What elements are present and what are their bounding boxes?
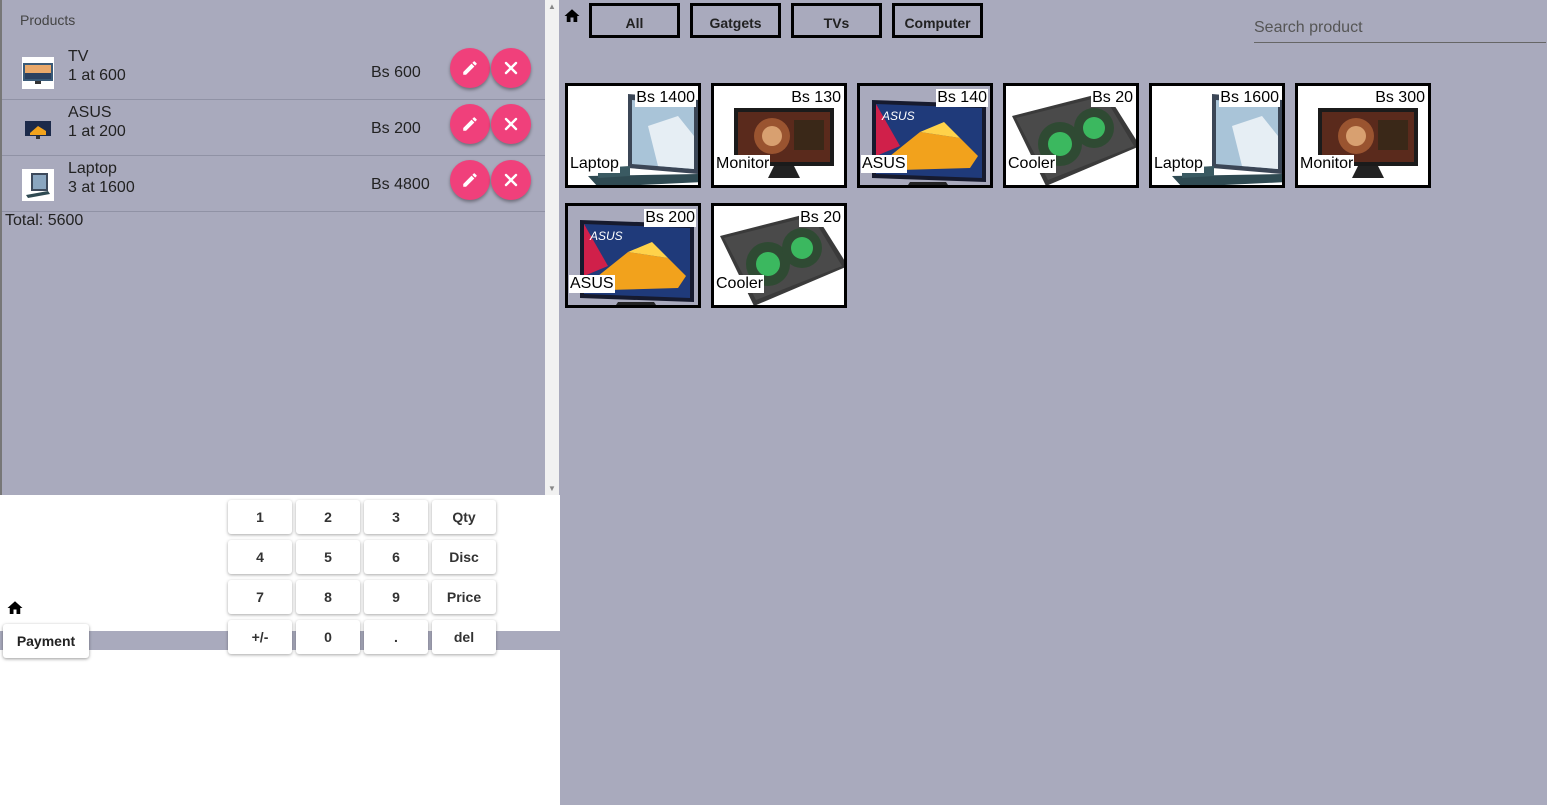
product-price: Bs 140 (936, 89, 988, 107)
category-all[interactable]: All (589, 3, 680, 38)
key-disc[interactable]: Disc (432, 540, 496, 574)
key-5[interactable]: 5 (296, 540, 360, 574)
key-0[interactable]: 0 (296, 620, 360, 654)
svg-text:ASUS: ASUS (881, 109, 915, 123)
order-list: TV 1 at 600 Bs 600 ASUS 1 at 200 Bs 200 … (2, 44, 547, 212)
product-tile[interactable]: ASUS Bs 140 ASUS (857, 83, 993, 188)
key-7[interactable]: 7 (228, 580, 292, 614)
pencil-icon (463, 173, 477, 187)
order-item-qty: 1 at 200 (68, 123, 126, 140)
svg-text:ASUS: ASUS (589, 229, 623, 243)
key-del[interactable]: del (432, 620, 496, 654)
scroll-up-icon[interactable]: ▲ (548, 2, 556, 11)
product-price: Bs 130 (790, 89, 842, 107)
key-4[interactable]: 4 (228, 540, 292, 574)
order-row[interactable]: TV 1 at 600 Bs 600 (2, 44, 547, 100)
order-item-total: Bs 4800 (371, 176, 430, 193)
category-tvs[interactable]: TVs (791, 3, 882, 38)
key-decimal[interactable]: . (364, 620, 428, 654)
close-icon (504, 61, 518, 75)
search-input[interactable] (1254, 14, 1546, 43)
key-3[interactable]: 3 (364, 500, 428, 534)
product-tile[interactable]: Bs 20 Cooler (1003, 83, 1139, 188)
order-item-name: TV (68, 48, 89, 65)
product-price: Bs 1600 (1219, 89, 1280, 107)
edit-item-button[interactable] (450, 104, 490, 144)
product-name: Cooler (1007, 155, 1057, 173)
tv-thumbnail (22, 57, 54, 89)
edit-item-button[interactable] (450, 48, 490, 88)
payment-button[interactable]: Payment (3, 624, 89, 658)
home-icon[interactable] (6, 599, 24, 617)
product-name: ASUS (861, 155, 907, 173)
key-6[interactable]: 6 (364, 540, 428, 574)
numpad-area: Payment 1 2 3 Qty 4 5 6 Disc 7 8 9 Price… (0, 495, 560, 805)
laptop-thumbnail (22, 169, 54, 201)
order-total-label: Total: 5600 (5, 212, 84, 229)
product-name: ASUS (569, 275, 615, 293)
product-name: Laptop (569, 155, 620, 173)
pencil-icon (463, 117, 477, 131)
key-sign[interactable]: +/- (228, 620, 292, 654)
product-tile[interactable]: Bs 300 Monitor (1295, 83, 1431, 188)
key-2[interactable]: 2 (296, 500, 360, 534)
key-qty[interactable]: Qty (432, 500, 496, 534)
order-row[interactable]: ASUS 1 at 200 Bs 200 (2, 100, 547, 156)
remove-item-button[interactable] (491, 48, 531, 88)
order-item-qty: 1 at 600 (68, 67, 126, 84)
order-item-name: ASUS (68, 104, 112, 121)
product-price: Bs 1400 (635, 89, 696, 107)
order-row[interactable]: Laptop 3 at 1600 Bs 4800 (2, 156, 547, 212)
product-tile[interactable]: Bs 20 Cooler (711, 203, 847, 308)
order-scrollbar[interactable]: ▲ ▼ (545, 0, 559, 495)
order-item-name: Laptop (68, 160, 117, 177)
product-price: Bs 20 (799, 209, 842, 227)
product-tile[interactable]: Bs 1600 Laptop (1149, 83, 1285, 188)
pencil-icon (463, 61, 477, 75)
product-tile[interactable]: Bs 130 Monitor (711, 83, 847, 188)
key-price[interactable]: Price (432, 580, 496, 614)
product-name: Laptop (1153, 155, 1204, 173)
key-1[interactable]: 1 (228, 500, 292, 534)
product-name: Cooler (715, 275, 765, 293)
close-icon (504, 173, 518, 187)
key-9[interactable]: 9 (364, 580, 428, 614)
key-8[interactable]: 8 (296, 580, 360, 614)
product-tile[interactable]: ASUS Bs 200 ASUS (565, 203, 701, 308)
order-title: Products (20, 12, 76, 28)
product-price: Bs 300 (1374, 89, 1426, 107)
product-price: Bs 200 (644, 209, 696, 227)
category-gatgets[interactable]: Gatgets (690, 3, 781, 38)
product-price: Bs 20 (1091, 89, 1134, 107)
home-icon[interactable] (563, 7, 581, 25)
order-panel: Products TV 1 at 600 Bs 600 ASUS 1 at 20… (0, 0, 547, 495)
asus-monitor-thumbnail (22, 113, 54, 145)
order-item-qty: 3 at 1600 (68, 179, 135, 196)
remove-item-button[interactable] (491, 104, 531, 144)
edit-item-button[interactable] (450, 160, 490, 200)
scroll-down-icon[interactable]: ▼ (548, 484, 556, 493)
product-name: Monitor (715, 155, 771, 173)
close-icon (504, 117, 518, 131)
product-name: Monitor (1299, 155, 1355, 173)
order-item-total: Bs 200 (371, 120, 421, 137)
remove-item-button[interactable] (491, 160, 531, 200)
product-tile[interactable]: Bs 1400 Laptop (565, 83, 701, 188)
order-item-total: Bs 600 (371, 64, 421, 81)
category-computer[interactable]: Computer (892, 3, 983, 38)
